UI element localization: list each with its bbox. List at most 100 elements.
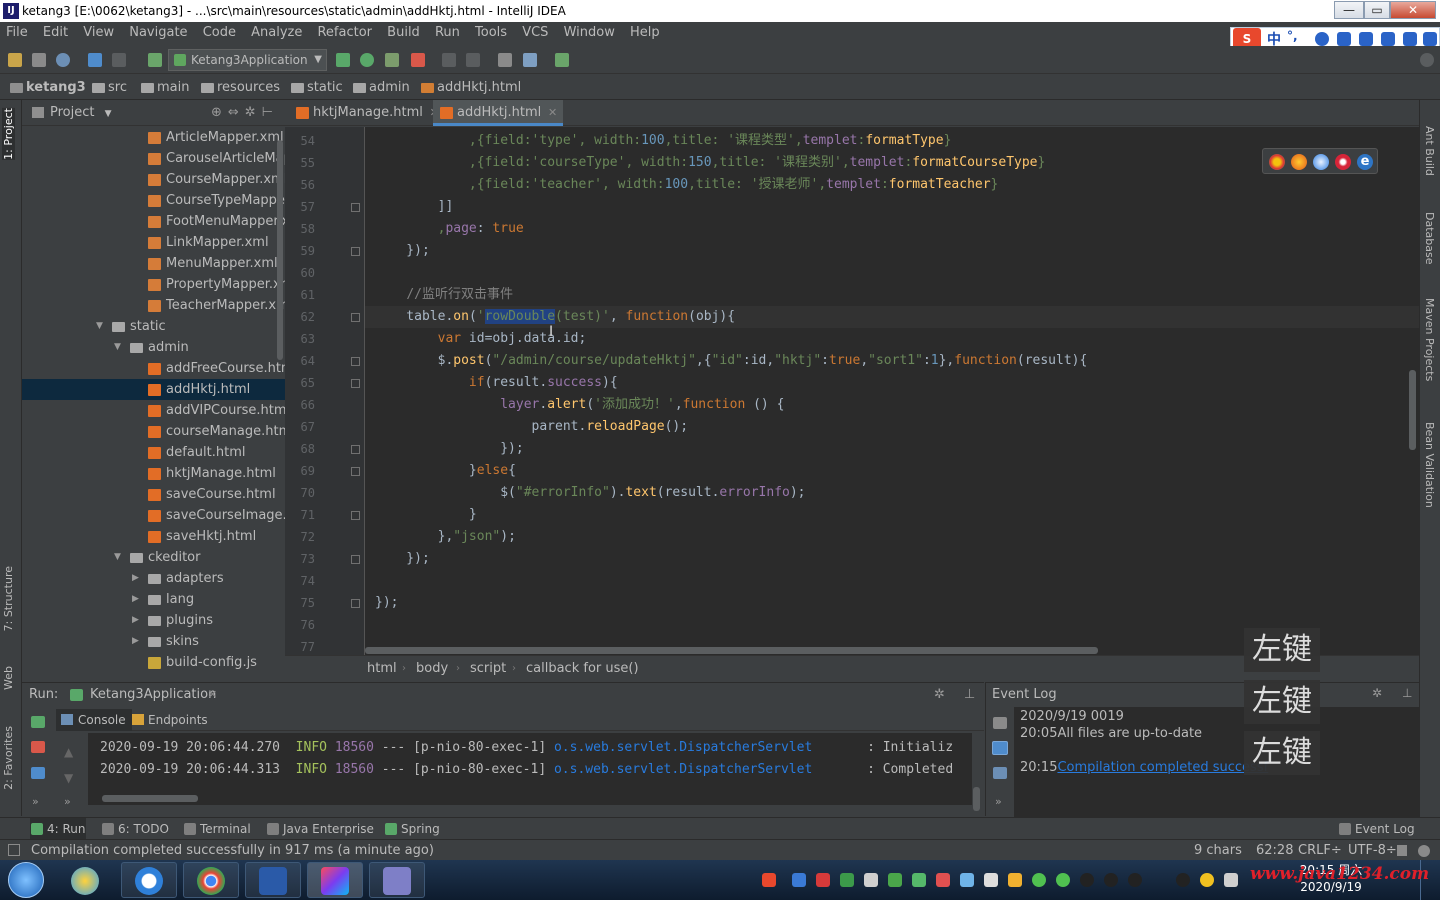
code-line[interactable]: parent.reloadPage(); (375, 416, 689, 438)
tree-folder[interactable]: ▼ admin (22, 337, 285, 358)
user-icon[interactable] (1381, 32, 1395, 46)
tree-folder[interactable]: ▼ static (22, 316, 285, 337)
code-crumb-html[interactable]: html (367, 656, 397, 681)
sogou-tray-icon[interactable] (762, 873, 776, 887)
chevron-down-icon[interactable]: ▼ (114, 547, 121, 568)
wechat-icon[interactable] (1032, 873, 1046, 887)
qq-icon[interactable] (1128, 873, 1142, 887)
fold-marker-icon[interactable] (351, 555, 360, 564)
tree-file[interactable]: CarouselArticleMapper (22, 148, 285, 169)
breadcrumb-resources[interactable]: resources (199, 76, 280, 100)
code-line[interactable]: ,{field:'courseType', width:150,title: '… (375, 152, 1045, 174)
opera-icon[interactable] (1335, 154, 1351, 170)
mark-read-icon[interactable] (992, 741, 1008, 755)
tree-file[interactable]: saveHktj.html (22, 526, 285, 547)
code-line[interactable]: } (375, 504, 477, 526)
code-crumb-body[interactable]: body (416, 656, 448, 681)
tool-windows-toggle-icon[interactable] (8, 844, 20, 856)
fold-marker-icon[interactable] (351, 599, 360, 608)
status-caret-position[interactable]: 62:28 (1256, 840, 1293, 861)
tree-file[interactable]: addHktj.html (22, 379, 285, 400)
close-icon[interactable]: ✕ (548, 100, 557, 126)
forward-arrow-icon[interactable] (112, 53, 126, 67)
code-line[interactable]: ,{field:'teacher', width:100,title: '授课老… (375, 174, 998, 196)
run-app-tab[interactable]: Ketang3Application (90, 683, 216, 707)
settings-wrench-icon[interactable] (993, 717, 1007, 729)
vcs-commit-icon[interactable] (466, 53, 480, 67)
emoji-icon[interactable] (1315, 32, 1329, 46)
tree-file[interactable]: ArticleMapper.xml (22, 127, 285, 148)
tree-folder[interactable]: ▼ ckeditor (22, 547, 285, 568)
editor-gutter[interactable]: 54 55 56 57 58 59 60 61 62 63 64 65 66 67 68 69 70 71 72 73… (285, 127, 365, 655)
tool-tab-spring[interactable]: Spring (384, 818, 440, 840)
more-icon[interactable]: » (995, 795, 1002, 808)
chevron-down-icon[interactable]: ▼ (105, 109, 112, 119)
tree-folder[interactable]: ▶ adapters (22, 568, 285, 589)
code-line[interactable]: layer.alert('添加成功！',function () { (375, 394, 784, 416)
breadcrumb-main[interactable]: main (139, 76, 189, 100)
tree-file[interactable]: courseManage.html (22, 421, 285, 442)
menu-tools[interactable]: Tools (469, 25, 512, 40)
maximize-button[interactable]: ▭ (1364, 1, 1390, 19)
fold-marker-icon[interactable] (351, 379, 360, 388)
tool-tab-run[interactable]: 4: Run (30, 818, 86, 840)
tool-tab-maven[interactable]: Maven Projects (1423, 298, 1436, 381)
tree-folder[interactable]: ▶ plugins (22, 610, 285, 631)
tray-icon[interactable] (816, 873, 830, 887)
lock-icon[interactable] (1397, 845, 1407, 856)
qq-icon[interactable] (1176, 873, 1190, 887)
ime-punct-indicator[interactable]: °, (1287, 29, 1298, 43)
code-line[interactable]: $.post("/admin/course/updateHktj",{"id":… (375, 350, 1088, 372)
tray-icon[interactable] (792, 873, 806, 887)
code-line[interactable]: if(result.success){ (375, 372, 618, 394)
chevron-right-icon[interactable]: ▶ (132, 610, 139, 631)
chevron-down-icon[interactable]: ▼ (96, 316, 103, 337)
tree-file[interactable]: FootMenuMapper.x (22, 211, 285, 232)
tree-file[interactable]: MenuMapper.xml (22, 253, 285, 274)
event-link[interactable]: Compilation completed successf (1057, 760, 1268, 775)
tree-file[interactable]: saveCourseImage.h (22, 505, 285, 526)
tool-tab-database[interactable]: Database (1423, 212, 1436, 265)
fold-marker-icon[interactable] (351, 247, 360, 256)
tray-icon[interactable] (888, 873, 902, 887)
menu-help[interactable]: Help (624, 25, 665, 40)
fold-marker-icon[interactable] (351, 203, 360, 212)
rerun-icon[interactable] (31, 716, 45, 728)
code-line[interactable]: var id=obj.data.id; (375, 328, 587, 350)
fold-marker-icon[interactable] (351, 467, 360, 476)
code-line[interactable]: }); (375, 548, 430, 570)
save-icon[interactable] (32, 53, 46, 67)
code-line[interactable]: }); (375, 438, 524, 460)
volume-icon[interactable] (1224, 873, 1238, 887)
tray-icon[interactable] (864, 873, 878, 887)
project-scrollbar[interactable] (277, 140, 283, 360)
close-icon[interactable]: ✕ (208, 683, 217, 707)
tree-file[interactable]: LinkMapper.xml (22, 232, 285, 253)
tree-file[interactable]: CourseMapper.xml (22, 169, 285, 190)
fold-marker-icon[interactable] (351, 445, 360, 454)
tray-icon[interactable] (1008, 873, 1022, 887)
run-configuration-select[interactable]: Ketang3Application ▼ (168, 49, 327, 71)
menu-window[interactable]: Window (558, 25, 620, 40)
stop-icon[interactable] (411, 53, 425, 67)
tool-tab-web[interactable]: Web (2, 666, 15, 690)
debug-icon[interactable] (360, 53, 374, 67)
code-crumb-script[interactable]: script (470, 656, 506, 681)
code-crumb-callback[interactable]: callback for use() (526, 656, 639, 681)
tree-file[interactable]: addFreeCourse.htm (22, 358, 285, 379)
chevron-right-icon[interactable]: ▶ (132, 589, 139, 610)
menu-refactor[interactable]: Refactor (311, 25, 377, 40)
tool-tab-todo[interactable]: 6: TODO (101, 818, 169, 840)
settings-wrench-icon[interactable] (498, 53, 512, 67)
console-vertical-scrollbar[interactable] (973, 787, 980, 811)
menu-view[interactable]: View (77, 25, 119, 40)
tray-icon[interactable] (984, 873, 998, 887)
breadcrumb-src[interactable]: src (90, 76, 127, 100)
editor-vertical-scrollbar[interactable] (1409, 370, 1416, 450)
breadcrumb-file[interactable]: addHktj.html (419, 76, 521, 100)
soft-wrap-icon[interactable] (993, 767, 1007, 779)
tab-addhktj[interactable]: addHktj.html ✕ (433, 100, 564, 126)
console-horizontal-scrollbar[interactable] (102, 795, 198, 802)
tray-icon[interactable] (936, 873, 950, 887)
chrome-icon[interactable] (1269, 154, 1285, 170)
